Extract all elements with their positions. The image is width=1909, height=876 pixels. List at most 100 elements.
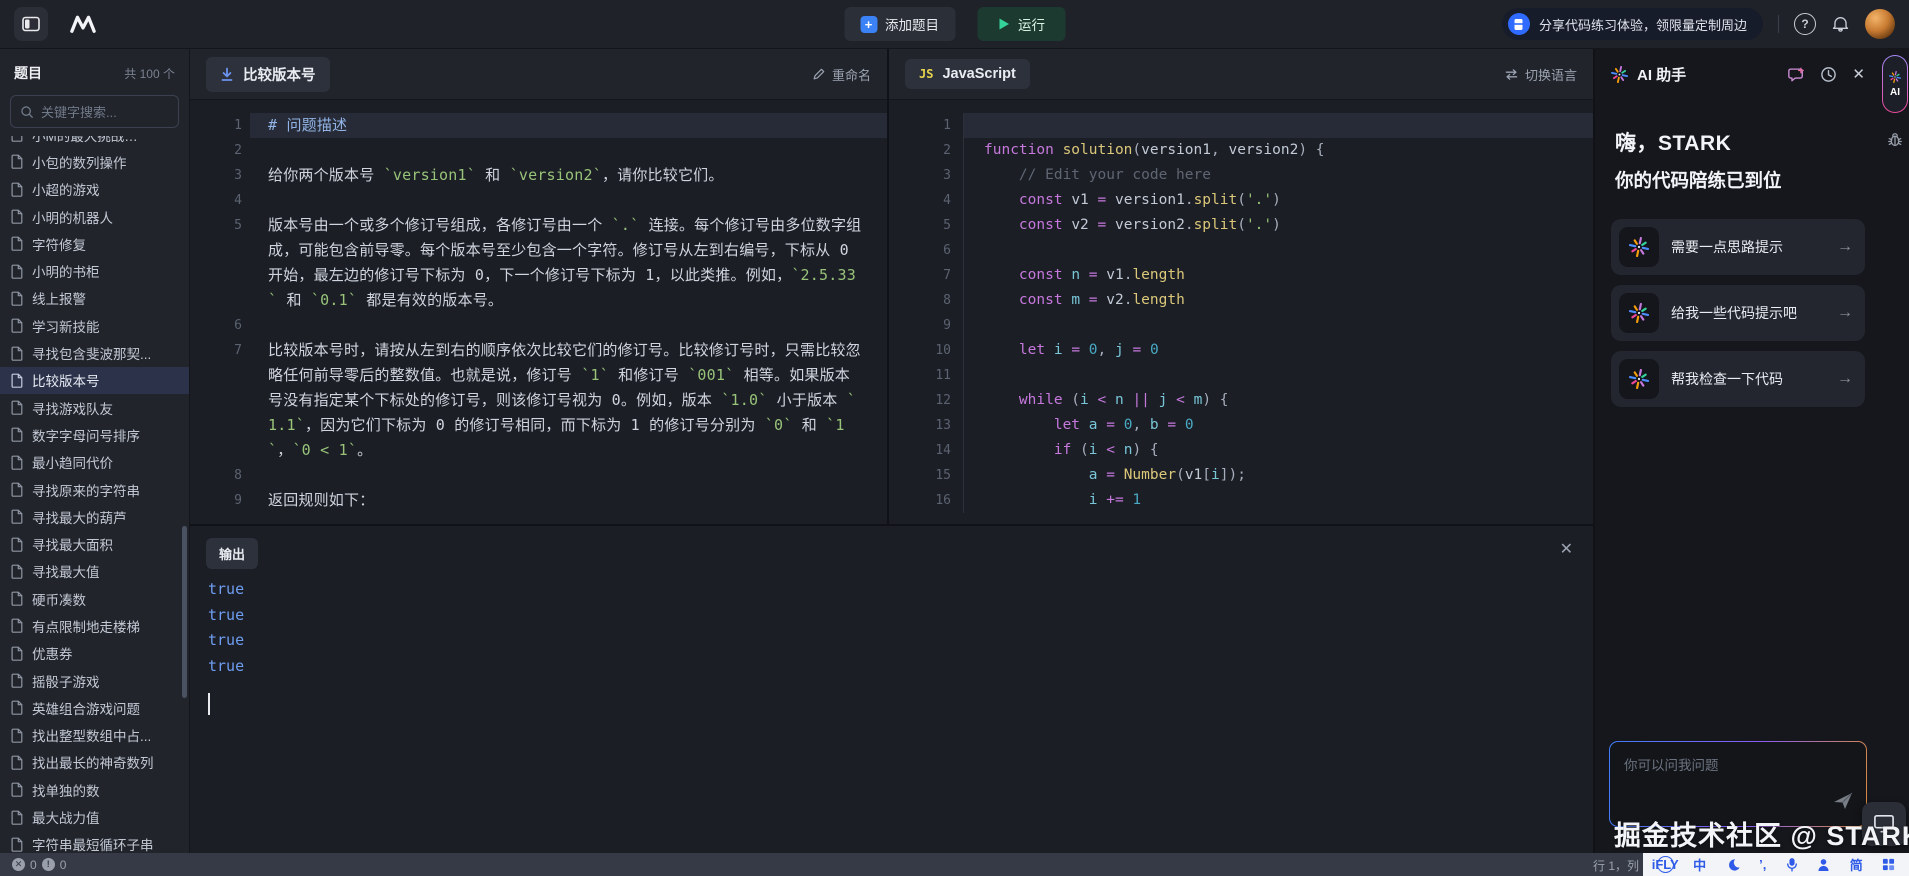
list-item[interactable]: 学习新技能: [0, 312, 189, 339]
list-item[interactable]: 找出最长的神奇数列: [0, 749, 189, 776]
list-item[interactable]: 优惠券: [0, 640, 189, 667]
errors-icon[interactable]: ✕: [12, 858, 25, 871]
ai-suggestion-card[interactable]: 给我一些代码提示吧 →: [1611, 285, 1865, 341]
screen-share-button[interactable]: [1862, 802, 1906, 846]
help-button[interactable]: ?: [1794, 13, 1816, 35]
simplified-chinese-toggle[interactable]: 简: [1850, 855, 1863, 874]
list-item[interactable]: 有点限制地走楼梯: [0, 612, 189, 639]
token-n: 0: [1149, 342, 1159, 358]
code-text: if (i < n) {: [963, 438, 1593, 463]
debug-bug-icon[interactable]: [1887, 131, 1903, 148]
main-area: 题目 共 100 个 关键字搜索... 小M的最大挑战… 小包的数列操作 小超的…: [0, 49, 1909, 853]
rail-sparkle-icon: [1889, 70, 1901, 83]
microphone-icon[interactable]: [1786, 857, 1798, 872]
list-item[interactable]: 最小趋同代价: [0, 449, 189, 476]
user-icon[interactable]: [1817, 858, 1830, 872]
search-input[interactable]: 关键字搜索...: [10, 95, 179, 128]
new-chat-icon[interactable]: [1787, 66, 1805, 83]
warnings-icon[interactable]: !: [41, 858, 55, 871]
list-item[interactable]: 硬币凑数: [0, 585, 189, 612]
code-text: a = Number(v1[i]);: [963, 463, 1593, 488]
output-line: true: [208, 605, 245, 624]
token-w: (: [1062, 392, 1081, 408]
list-item[interactable]: 比较版本号: [0, 366, 189, 394]
line-number: 4: [943, 193, 951, 208]
output-console[interactable]: true true true true: [190, 577, 1593, 715]
file-icon: [10, 154, 24, 170]
list-item[interactable]: 寻找包含斐波那契...: [0, 339, 189, 366]
problem-editor[interactable]: 1 # 问题描述 2 3 给你两个版本号 `version1` 和 `version2`…: [190, 100, 887, 524]
list-item-label: 小明的书柜: [32, 265, 100, 281]
file-icon: [10, 509, 24, 525]
token-f: split: [1193, 192, 1238, 208]
list-item[interactable]: 最大战力值: [0, 803, 189, 830]
token-o: <: [1167, 392, 1194, 408]
run-button[interactable]: 运行: [977, 7, 1065, 41]
promo-banner[interactable]: 分享代码练习体验，领限量定制周边: [1501, 8, 1763, 40]
line-number: 9: [943, 318, 951, 333]
list-item[interactable]: 线上报警: [0, 285, 189, 312]
ai-suggestion-card[interactable]: 需要一点思路提示 →: [1611, 219, 1865, 275]
ai-suggestion-card[interactable]: 帮我检查一下代码 →: [1611, 351, 1865, 407]
ai-chat-input[interactable]: 你可以问我问题: [1609, 741, 1867, 827]
user-avatar[interactable]: [1865, 9, 1895, 39]
ifly-icon[interactable]: iFLY: [1652, 856, 1679, 873]
list-item[interactable]: 找出整型数组中占...: [0, 722, 189, 749]
problem-tab[interactable]: 比较版本号: [206, 56, 330, 92]
ai-suggestion-label: 帮我检查一下代码: [1671, 370, 1783, 387]
notifications-bell-icon[interactable]: [1831, 14, 1850, 34]
send-icon[interactable]: [1832, 791, 1854, 816]
code-text: while (i < n || j < m) {: [963, 388, 1593, 413]
output-tab[interactable]: 输出: [206, 538, 259, 569]
list-item[interactable]: 英雄组合游戏问题: [0, 694, 189, 721]
app-logo[interactable]: [68, 14, 98, 34]
line-number: 9: [234, 493, 242, 508]
token-t: i: [1088, 492, 1098, 508]
file-icon: [10, 182, 24, 197]
list-item[interactable]: 寻找原来的字符串: [0, 476, 189, 503]
list-item[interactable]: 字符修复: [0, 230, 189, 257]
rename-button[interactable]: 重命名: [812, 65, 871, 84]
list-item[interactable]: 小M的最大挑战…: [0, 136, 189, 148]
file-icon: [10, 318, 24, 334]
code-text: let a = 0, b = 0: [963, 413, 1593, 438]
description-line: 6: [190, 313, 887, 338]
list-item[interactable]: 寻找最大的葫芦: [0, 503, 189, 530]
language-tab[interactable]: JS JavaScript: [905, 59, 1030, 89]
history-icon[interactable]: [1820, 66, 1837, 83]
sidebar-toggle-button[interactable]: [14, 7, 48, 41]
list-item[interactable]: 字符串最短循环子串: [0, 831, 189, 853]
list-item[interactable]: 寻找最大面积: [0, 530, 189, 557]
output-close-icon[interactable]: ✕: [1560, 542, 1573, 558]
list-item-label: 学习新技能: [32, 319, 100, 335]
line-number: 4: [234, 193, 242, 208]
token-n: 0: [1184, 417, 1194, 433]
list-item[interactable]: 小包的数列操作: [0, 148, 189, 175]
ai-close-icon[interactable]: ✕: [1852, 67, 1865, 82]
output-line: true: [208, 631, 245, 649]
rail-ai-button[interactable]: AI: [1882, 55, 1908, 113]
switch-language-button[interactable]: 切换语言: [1504, 65, 1577, 84]
list-item[interactable]: 寻找游戏队友: [0, 394, 189, 421]
file-icon: [10, 646, 24, 661]
search-icon: [21, 105, 33, 118]
list-item[interactable]: 小明的机器人: [0, 203, 189, 230]
ime-menu-grid-icon[interactable]: [1882, 858, 1895, 871]
switch-language-label: 切换语言: [1524, 67, 1577, 83]
token-w: ) {: [1132, 442, 1159, 458]
list-item[interactable]: 小明的书柜: [0, 257, 189, 284]
add-problem-button[interactable]: + 添加题目: [844, 7, 955, 41]
token-v: version1: [1141, 142, 1211, 158]
punctuation-toggle[interactable]: ’,: [1759, 857, 1766, 872]
moon-icon[interactable]: [1726, 858, 1740, 872]
list-item[interactable]: 找单独的数: [0, 776, 189, 803]
code-editor[interactable]: 1 2 function solution(version1, version2) …: [889, 100, 1593, 524]
list-item[interactable]: 小超的游戏: [0, 176, 189, 203]
token-w: ) {: [1202, 392, 1229, 408]
sidebar-scrollbar[interactable]: [182, 526, 187, 698]
list-item[interactable]: 摇骰子游戏: [0, 667, 189, 694]
list-item[interactable]: 寻找最大值: [0, 558, 189, 585]
arrow-right-icon: →: [1837, 370, 1853, 387]
ime-language-toggle[interactable]: 中: [1693, 855, 1706, 874]
list-item[interactable]: 数字字母问号排序: [0, 421, 189, 448]
